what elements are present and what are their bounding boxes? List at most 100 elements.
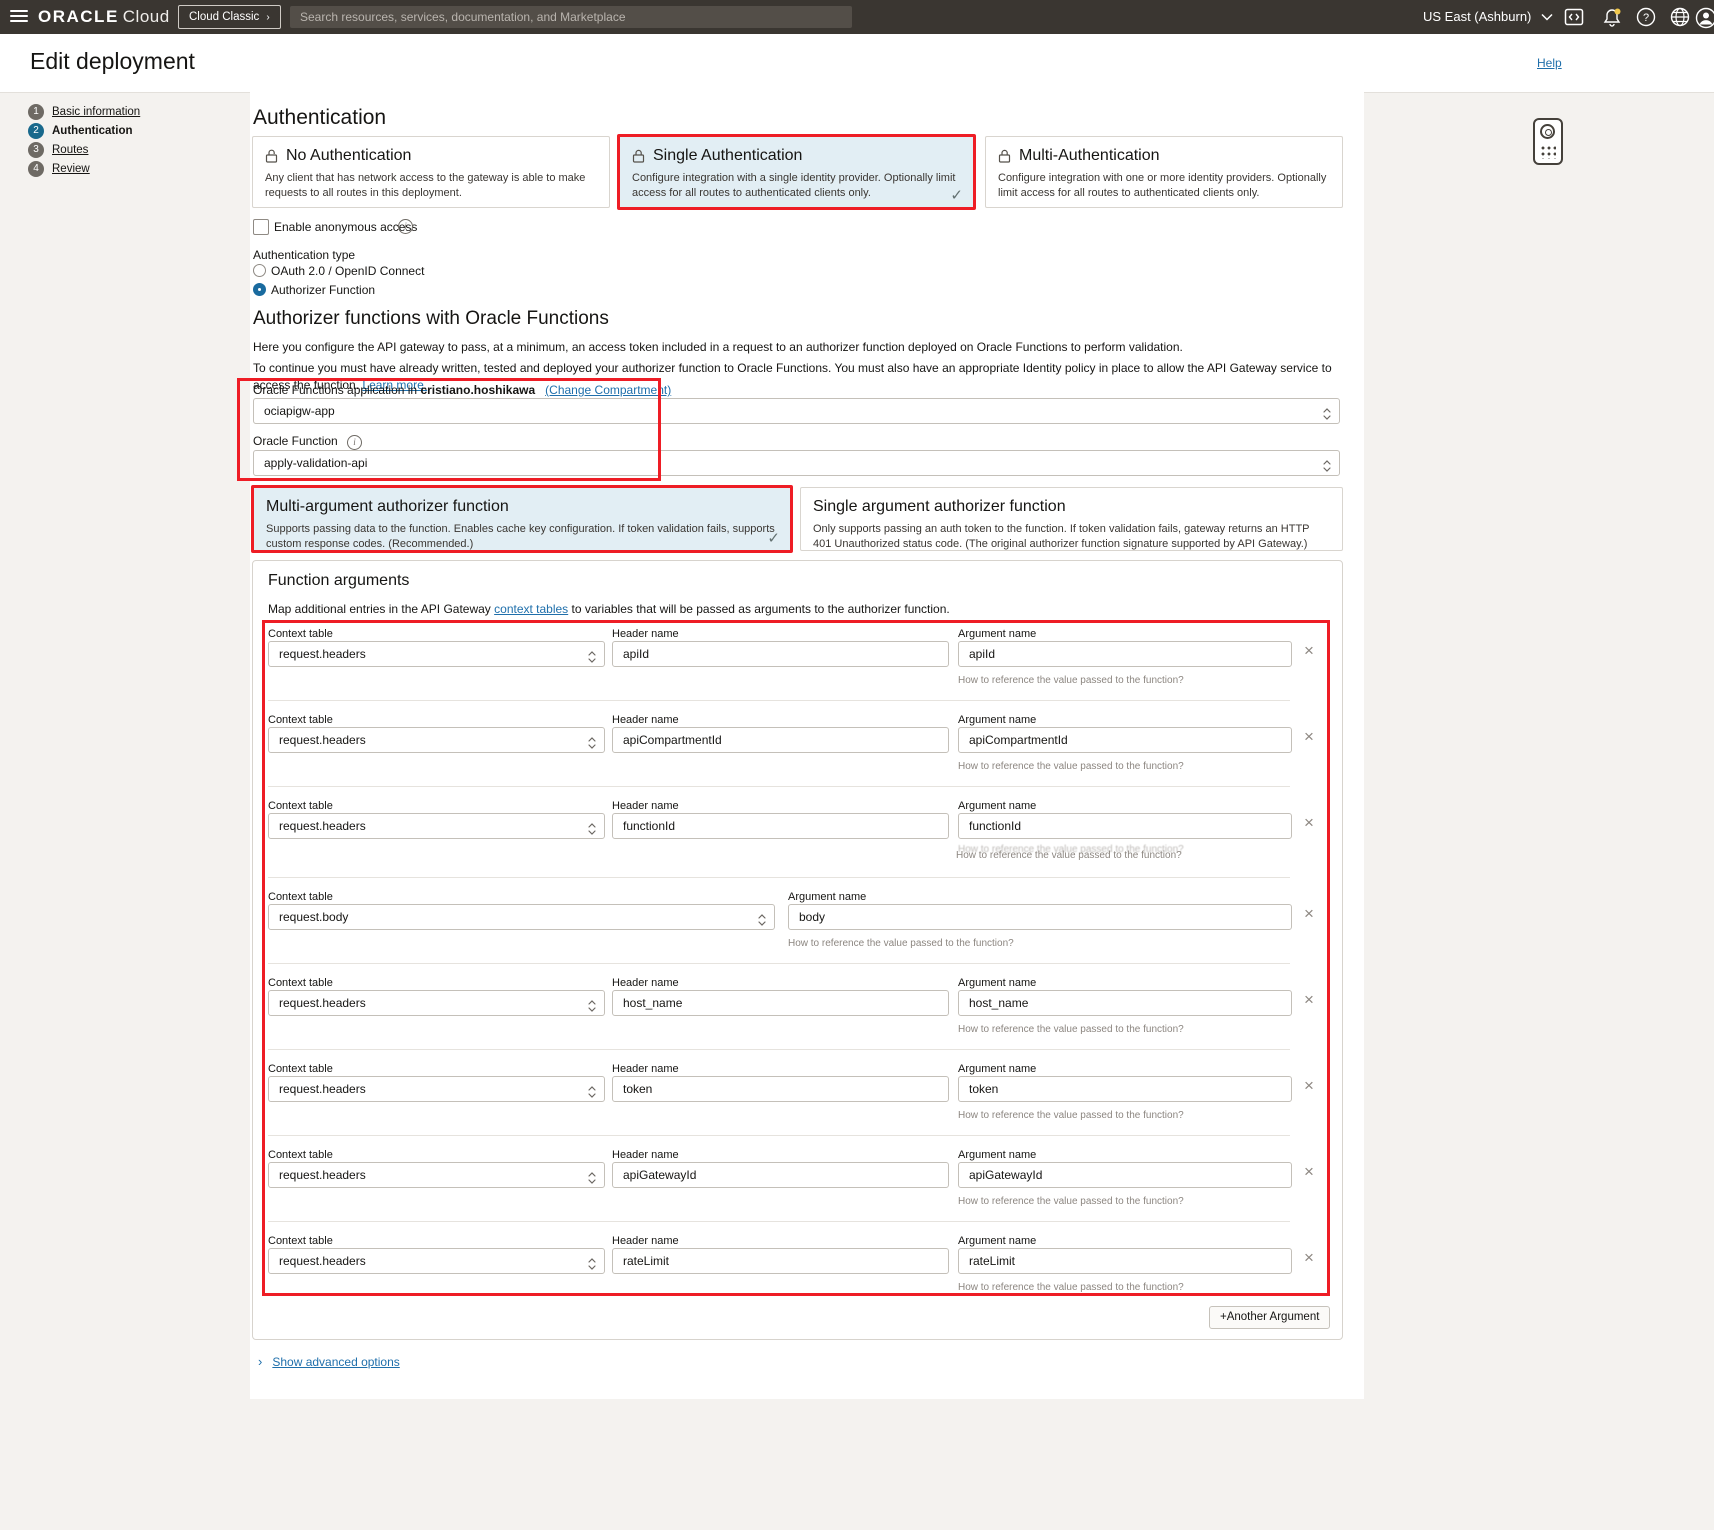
show-advanced-options-link[interactable]: Show advanced options xyxy=(272,1355,399,1369)
helper-link[interactable]: How to reference the value passed to the… xyxy=(958,675,1184,686)
argument-name-label: Argument name xyxy=(958,1063,1036,1075)
console-assistant-widget[interactable] xyxy=(1533,118,1563,165)
step-number: 3 xyxy=(28,142,44,158)
helper-link[interactable]: How to reference the value passed to the… xyxy=(958,1110,1184,1121)
argument-name-input[interactable]: body xyxy=(788,904,1292,930)
step-label[interactable]: Routes xyxy=(52,144,88,156)
helper-link[interactable]: How to reference the value passed to the… xyxy=(958,1282,1184,1293)
header-name-input[interactable]: functionId xyxy=(612,813,949,839)
argument-name-input[interactable]: apiCompartmentId xyxy=(958,727,1292,753)
user-avatar-icon[interactable] xyxy=(1695,7,1714,27)
radio-oauth2-openid[interactable] xyxy=(253,264,266,277)
function-argument-row: Context tablerequest.headersHeader namea… xyxy=(268,1149,1327,1231)
select-spinner-icon xyxy=(588,820,596,834)
help-link[interactable]: Help xyxy=(1537,56,1562,70)
search-input[interactable] xyxy=(290,6,852,28)
chevron-right-icon: › xyxy=(258,1354,262,1369)
context-tables-link[interactable]: context tables xyxy=(494,602,568,616)
help-icon[interactable]: ? xyxy=(1636,7,1656,27)
show-advanced-options[interactable]: › Show advanced options xyxy=(258,1354,400,1369)
card-single-authentication[interactable]: Single Authentication Configure integrat… xyxy=(617,134,976,210)
compartment-name: cristiano.hoshikawa xyxy=(420,383,535,397)
change-compartment-link[interactable]: (Change Compartment) xyxy=(545,383,671,397)
selected-check-icon: ✓ xyxy=(950,186,963,204)
remove-argument-icon[interactable]: × xyxy=(1304,907,1314,921)
context-table-select[interactable]: request.headers xyxy=(268,813,605,839)
helper-link[interactable]: How to reference the value passed to the… xyxy=(788,938,1014,949)
argument-name-input[interactable]: token xyxy=(958,1076,1292,1102)
row-divider xyxy=(268,1221,1290,1222)
helper-link[interactable]: How to reference the value passed to the… xyxy=(958,1196,1184,1207)
stepper-item-routes[interactable]: 3 Routes xyxy=(28,142,88,161)
notifications-icon[interactable] xyxy=(1601,7,1621,27)
svg-text:?: ? xyxy=(1643,12,1649,24)
function-arguments-description: Map additional entries in the API Gatewa… xyxy=(268,602,950,616)
remove-argument-icon[interactable]: × xyxy=(1304,1079,1314,1093)
header-name-input[interactable]: rateLimit xyxy=(612,1248,949,1274)
stepper-item-authentication[interactable]: 2Authentication xyxy=(28,123,133,142)
argument-name-input[interactable]: functionId xyxy=(958,813,1292,839)
chevron-right-icon: › xyxy=(266,12,269,23)
another-argument-button[interactable]: +Another Argument xyxy=(1209,1306,1330,1329)
function-arguments-title: Function arguments xyxy=(268,572,409,590)
context-table-select[interactable]: request.headers xyxy=(268,990,605,1016)
argument-name-input[interactable]: host_name xyxy=(958,990,1292,1016)
argument-name-input[interactable]: rateLimit xyxy=(958,1248,1292,1274)
card-multi-authentication[interactable]: Multi-Authentication Configure integrati… xyxy=(985,136,1343,208)
card-single-argument[interactable]: Single argument authorizer function Only… xyxy=(800,487,1343,551)
context-table-select[interactable]: request.headers xyxy=(268,1076,605,1102)
enable-anonymous-access-checkbox[interactable] xyxy=(253,219,269,235)
remove-argument-icon[interactable]: × xyxy=(1304,993,1314,1007)
developer-console-icon[interactable] xyxy=(1564,7,1584,27)
step-label[interactable]: Basic information xyxy=(52,106,140,118)
remove-argument-icon[interactable]: × xyxy=(1304,730,1314,744)
header-name-label: Header name xyxy=(612,1063,679,1075)
step-label[interactable]: Review xyxy=(52,163,90,175)
remove-argument-icon[interactable]: × xyxy=(1304,644,1314,658)
language-globe-icon[interactable] xyxy=(1670,7,1690,27)
hamburger-menu-icon[interactable] xyxy=(10,10,28,24)
oracle-functions-app-select[interactable]: ociapigw-app xyxy=(253,398,1340,424)
remove-argument-icon[interactable]: × xyxy=(1304,1251,1314,1265)
argument-name-input[interactable]: apiId xyxy=(958,641,1292,667)
lock-icon xyxy=(998,149,1011,163)
radio-oauth2-openid-label[interactable]: OAuth 2.0 / OpenID Connect xyxy=(271,264,424,278)
remove-argument-icon[interactable]: × xyxy=(1304,1165,1314,1179)
context-table-select[interactable]: request.headers xyxy=(268,1162,605,1188)
chevron-down-icon xyxy=(1541,13,1553,21)
enable-anonymous-access-label: Enable anonymous access xyxy=(274,220,417,234)
info-icon[interactable]: i xyxy=(398,219,413,234)
header-name-input[interactable]: apiGatewayId xyxy=(612,1162,949,1188)
card-multi-argument[interactable]: Multi-argument authorizer function Suppo… xyxy=(251,485,793,553)
header-name-input[interactable]: apiId xyxy=(612,641,949,667)
radio-authorizer-function-label[interactable]: Authorizer Function xyxy=(271,283,375,297)
context-table-select[interactable]: request.headers xyxy=(268,641,605,667)
row-divider xyxy=(268,963,1290,964)
oracle-function-select[interactable]: apply-validation-api xyxy=(253,450,1340,476)
remove-argument-icon[interactable]: × xyxy=(1304,816,1314,830)
context-table-select[interactable]: request.headers xyxy=(268,727,605,753)
label-text: Oracle Function xyxy=(253,434,338,448)
select-spinner-icon xyxy=(588,1083,596,1097)
radio-authorizer-function[interactable] xyxy=(253,283,266,296)
helper-link[interactable]: How to reference the value passed to the… xyxy=(958,1024,1184,1035)
cloud-classic-label: Cloud Classic xyxy=(189,11,259,23)
argument-name-input[interactable]: apiGatewayId xyxy=(958,1162,1292,1188)
header-name-input[interactable]: token xyxy=(612,1076,949,1102)
lock-icon xyxy=(632,149,645,163)
page-header xyxy=(0,34,1714,93)
header-name-input[interactable]: host_name xyxy=(612,990,949,1016)
context-table-select[interactable]: request.headers xyxy=(268,1248,605,1274)
cloud-classic-button[interactable]: Cloud Classic › xyxy=(178,5,281,29)
oracle-functions-app-label: Oracle Functions application in cristian… xyxy=(253,383,671,397)
helper-link[interactable]: How to reference the value passed to the… xyxy=(956,850,1182,861)
oracle-cloud-logo[interactable]: ORACLECloud xyxy=(38,0,170,34)
info-icon[interactable]: i xyxy=(347,435,362,450)
region-selector[interactable]: US East (Ashburn) xyxy=(1423,0,1553,34)
stepper-item-basic-information[interactable]: 1Basic information xyxy=(28,104,140,123)
context-table-select[interactable]: request.body xyxy=(268,904,775,930)
helper-link[interactable]: How to reference the value passed to the… xyxy=(958,761,1184,772)
header-name-input[interactable]: apiCompartmentId xyxy=(612,727,949,753)
stepper-item-review[interactable]: 4Review xyxy=(28,161,90,180)
card-no-authentication[interactable]: No Authentication Any client that has ne… xyxy=(252,136,610,208)
